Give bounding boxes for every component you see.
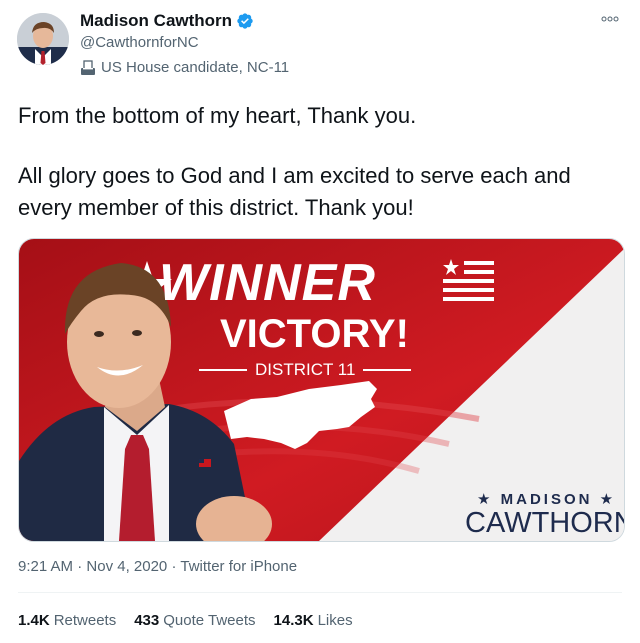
media-district: DISTRICT 11	[199, 359, 412, 381]
tweet-date[interactable]: Nov 4, 2020	[86, 558, 167, 575]
district-rule-left	[199, 369, 247, 371]
media-subhead: VICTORY!	[220, 312, 409, 356]
tweet-media-image[interactable]: WINNER VICTORY! DISTRICT 11 ★ MADISON ★ …	[18, 238, 625, 542]
more-options-icon	[601, 16, 619, 22]
media-headline: WINNER	[159, 254, 376, 312]
tweet-stats: 1.4K Retweets 433 Quote Tweets 14.3K Likes	[18, 611, 353, 631]
divider	[18, 592, 622, 593]
retweets-label: Retweets	[53, 612, 117, 629]
likes-count: 14.3K	[273, 612, 314, 629]
author-name-row[interactable]: Madison Cawthorn	[80, 11, 254, 31]
tweet-paragraph: From the bottom of my heart, Thank you.	[18, 103, 417, 128]
author-handle[interactable]: @CawthornforNC	[80, 33, 199, 53]
more-options-button[interactable]	[600, 12, 620, 26]
district-rule-right	[363, 369, 412, 371]
author-name[interactable]: Madison Cawthorn	[80, 11, 232, 31]
retweets-count: 1.4K	[18, 612, 50, 629]
meta-separator: ·	[77, 558, 83, 575]
retweets-stat[interactable]: 1.4K Retweets	[18, 611, 116, 631]
tweet-meta: 9:21 AM · Nov 4, 2020 · Twitter for iPho…	[18, 557, 297, 577]
media-district-text: DISTRICT 11	[255, 360, 356, 379]
candidate-label: US House candidate, NC-11	[80, 58, 289, 78]
tweet: Madison Cawthorn @CawthornforNC US House…	[0, 0, 640, 643]
meta-separator: ·	[171, 558, 177, 575]
tweet-time[interactable]: 9:21 AM	[18, 558, 73, 575]
media-sign-last: CAWTHORN	[465, 507, 625, 539]
tweet-text: From the bottom of my heart, Thank you. …	[18, 100, 618, 224]
quote-tweets-count: 433	[134, 612, 160, 629]
tweet-source[interactable]: Twitter for iPhone	[180, 558, 297, 575]
likes-stat[interactable]: 14.3K Likes	[274, 611, 353, 631]
quote-tweets-stat[interactable]: 433 Quote Tweets	[134, 611, 255, 631]
quote-tweets-label: Quote Tweets	[163, 612, 256, 629]
candidate-label-text: US House candidate, NC-11	[101, 59, 290, 76]
verified-badge-icon	[237, 13, 253, 29]
ballot-box-icon	[81, 60, 95, 75]
likes-label: Likes	[317, 612, 353, 629]
tweet-paragraph: All glory goes to God and I am excited t…	[18, 163, 571, 220]
avatar[interactable]	[17, 13, 69, 65]
avatar-image	[17, 13, 69, 65]
